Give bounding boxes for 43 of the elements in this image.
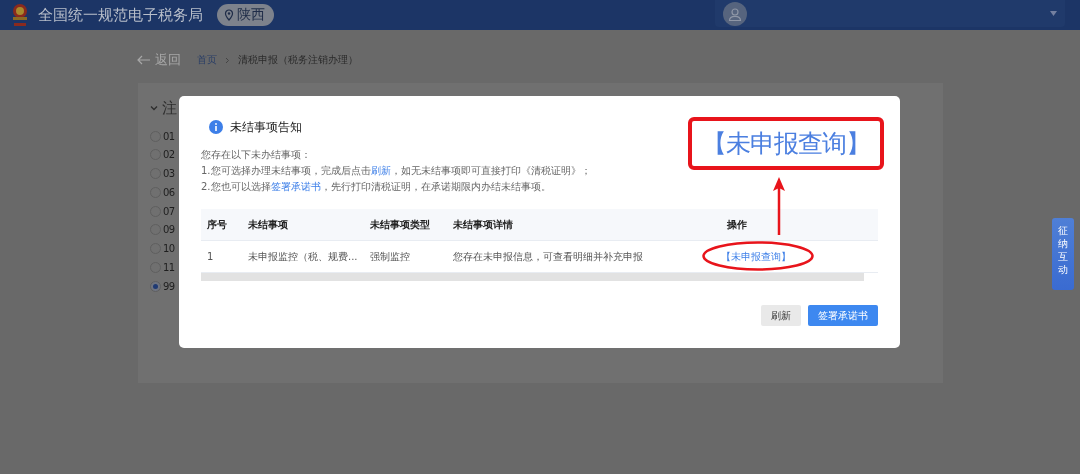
region-selector[interactable]: 陕西 (217, 4, 274, 26)
site-title: 全国统一规范电子税务局 (38, 5, 203, 25)
inline-link[interactable]: 签署承诺书 (270, 181, 321, 192)
refresh-button[interactable]: 刷新 (761, 305, 801, 326)
column-header: 未结事项详情 (452, 217, 514, 232)
notice-text: 您存在以下未办结事项： (201, 148, 312, 162)
column-header: 序号 (206, 217, 228, 232)
column-header: 未结事项 (247, 217, 289, 232)
caret-icon (1050, 11, 1057, 16)
info-icon (209, 120, 223, 134)
option-label: 03 (163, 168, 175, 180)
emblem-logo (10, 2, 30, 28)
radio-button[interactable] (150, 280, 161, 292)
chevron-icon[interactable] (150, 104, 158, 112)
option-label: 09 (163, 224, 175, 236)
avatar-icon (723, 1, 747, 26)
annotation-arrow (773, 177, 785, 235)
callout-text: 【未申报查询】 (702, 128, 870, 160)
user-menu[interactable] (715, 0, 1065, 27)
table-cell-text: 未申报监控（税、规费... (247, 249, 359, 264)
side-tab[interactable]: 征纳互动 (1052, 218, 1074, 290)
chevron-right-icon (225, 56, 230, 64)
back-arrow-icon (137, 55, 151, 65)
notice-text: 2.您也可以选择签署承诺书，先行打印清税证明，在承诺期限内办结未结事项。 (201, 180, 552, 194)
option-label: 01 (163, 130, 175, 142)
table-cell-text: 强制监控 (369, 249, 411, 264)
column-header: 未结事项类型 (369, 217, 431, 232)
option-label: 10 (163, 243, 175, 255)
option-label: 02 (163, 149, 175, 161)
inline-link[interactable]: 刷新 (370, 165, 391, 176)
sign-button[interactable]: 签署承诺书 (808, 305, 878, 326)
horizontal-scrollbar[interactable] (201, 273, 864, 281)
option-label: 11 (163, 262, 175, 274)
back-link[interactable]: 返回 (137, 51, 181, 69)
option-label: 07 (163, 205, 175, 217)
option-label: 06 (163, 186, 175, 198)
section-title: 注 (162, 98, 177, 118)
location-pin-icon (224, 9, 234, 21)
option-label: 99 (163, 280, 175, 292)
dialog-title: 未结事项告知 (230, 118, 302, 136)
column-header: 操作 (726, 217, 748, 232)
table-cell-text: 您存在未申报信息，可查看明细并补充申报 (452, 249, 644, 264)
table-cell-text: 1 (206, 251, 215, 262)
